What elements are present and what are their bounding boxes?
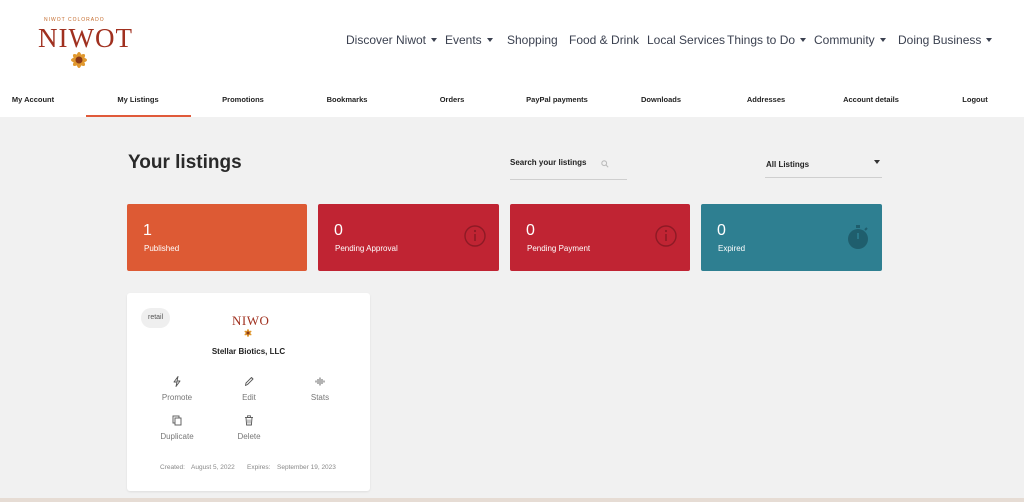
- stat-count: 0: [334, 222, 343, 239]
- account-tab-downloads[interactable]: Downloads: [641, 95, 681, 104]
- lightning-icon: [173, 376, 181, 387]
- nav-shopping[interactable]: Shopping: [507, 33, 558, 47]
- duplicate-button[interactable]: Duplicate: [147, 415, 207, 441]
- nav-label: Local Services: [647, 33, 726, 47]
- stats-button[interactable]: Stats: [290, 376, 350, 402]
- stat-count: 0: [526, 222, 535, 239]
- site-header: NIWOT COLORADO NIWOT Discover Niwot Even…: [0, 0, 1024, 84]
- stat-card-expired[interactable]: 0 Expired: [701, 204, 882, 271]
- duplicate-label: Duplicate: [160, 432, 194, 441]
- edit-button[interactable]: Edit: [219, 376, 279, 402]
- nav-label: Food & Drink: [569, 33, 640, 47]
- stat-count: 0: [717, 222, 726, 239]
- expires-date: September 19, 2023: [277, 464, 336, 471]
- stat-count: 1: [143, 222, 152, 239]
- chevron-down-icon: [486, 38, 493, 42]
- stat-label: Pending Approval: [335, 244, 398, 253]
- created-label: Created:: [160, 464, 185, 471]
- stat-card-pending-approval[interactable]: 0 Pending Approval: [318, 204, 499, 271]
- chevron-down-icon: [874, 160, 880, 164]
- account-tab-orders[interactable]: Orders: [440, 95, 465, 104]
- nav-food-drink[interactable]: Food & Drink: [569, 33, 639, 47]
- filter-selected-value: All Listings: [766, 160, 810, 169]
- nav-discover-niwot[interactable]: Discover Niwot: [346, 33, 438, 47]
- nav-local-services[interactable]: Local Services: [647, 33, 725, 47]
- nav-events[interactable]: Events: [445, 33, 493, 47]
- listing-card: retail NIWO Stellar Biotics, LLC Promote…: [127, 293, 370, 491]
- nav-label: Events: [445, 33, 482, 47]
- account-tab-my-listings[interactable]: My Listings: [117, 95, 158, 104]
- category-badge: retail: [141, 308, 171, 328]
- chevron-down-icon: [431, 38, 438, 42]
- promote-label: Promote: [161, 393, 193, 402]
- sunflower-icon: [71, 52, 87, 68]
- nav-doing-business[interactable]: Doing Business: [898, 33, 993, 47]
- account-tab-bookmarks[interactable]: Bookmarks: [327, 95, 368, 104]
- nav-label: Community: [814, 33, 875, 47]
- delete-button[interactable]: Delete: [219, 415, 279, 441]
- listing-logo[interactable]: NIWO: [231, 309, 269, 339]
- pencil-icon: [245, 377, 254, 386]
- trash-icon: [245, 415, 253, 426]
- listing-logo-text: NIWO: [232, 313, 270, 328]
- nav-things-to-do[interactable]: Things to Do: [727, 33, 807, 47]
- nav-label: Things to Do: [727, 33, 796, 47]
- nav-label: Discover Niwot: [346, 33, 427, 47]
- info-circle-icon: [655, 225, 677, 247]
- active-tab-indicator: [86, 115, 191, 117]
- page-bottom-border: [0, 498, 1024, 502]
- stat-label: Expired: [718, 244, 746, 253]
- sunflower-icon: [244, 329, 252, 337]
- delete-label: Delete: [237, 432, 261, 441]
- nav-community[interactable]: Community: [814, 33, 886, 47]
- stat-label: Pending Payment: [527, 244, 591, 253]
- stopwatch-icon: [848, 225, 868, 249]
- account-tab-paypal-payments[interactable]: PayPal payments: [526, 95, 588, 104]
- created-date: August 5, 2022: [191, 464, 235, 471]
- stat-card-published[interactable]: 1 Published: [127, 204, 307, 271]
- search-input[interactable]: [510, 158, 610, 167]
- search-icon[interactable]: [601, 160, 609, 168]
- edit-label: Edit: [242, 393, 256, 402]
- copy-icon: [172, 415, 182, 426]
- account-tab-account-details[interactable]: Account details: [843, 95, 899, 104]
- main-navigation: Discover Niwot Events Shopping Food & Dr…: [0, 33, 1024, 53]
- account-tab-promotions[interactable]: Promotions: [222, 95, 264, 104]
- nav-label: Shopping: [507, 33, 558, 47]
- account-tab-addresses[interactable]: Addresses: [747, 95, 785, 104]
- chevron-down-icon: [800, 38, 807, 42]
- promote-button[interactable]: Promote: [147, 376, 207, 402]
- listing-name[interactable]: Stellar Biotics, LLC: [127, 347, 370, 356]
- search-field: [510, 152, 627, 180]
- page-title: Your listings: [128, 152, 242, 173]
- chevron-down-icon: [986, 38, 993, 42]
- account-tab-my-account[interactable]: My Account: [12, 95, 54, 104]
- stats-label: Stats: [310, 393, 330, 402]
- waveform-icon: [315, 377, 325, 386]
- listing-filter-select[interactable]: All Listings: [765, 152, 882, 178]
- expires-label: Expires:: [247, 464, 271, 471]
- nav-label: Doing Business: [898, 33, 982, 47]
- info-circle-icon: [464, 225, 486, 247]
- stat-label: Published: [144, 244, 180, 253]
- chevron-down-icon: [879, 38, 886, 42]
- account-tab-logout[interactable]: Logout: [962, 95, 987, 104]
- stat-card-pending-payment[interactable]: 0 Pending Payment: [510, 204, 690, 271]
- account-navigation: My Account My Listings Promotions Bookma…: [0, 84, 1024, 117]
